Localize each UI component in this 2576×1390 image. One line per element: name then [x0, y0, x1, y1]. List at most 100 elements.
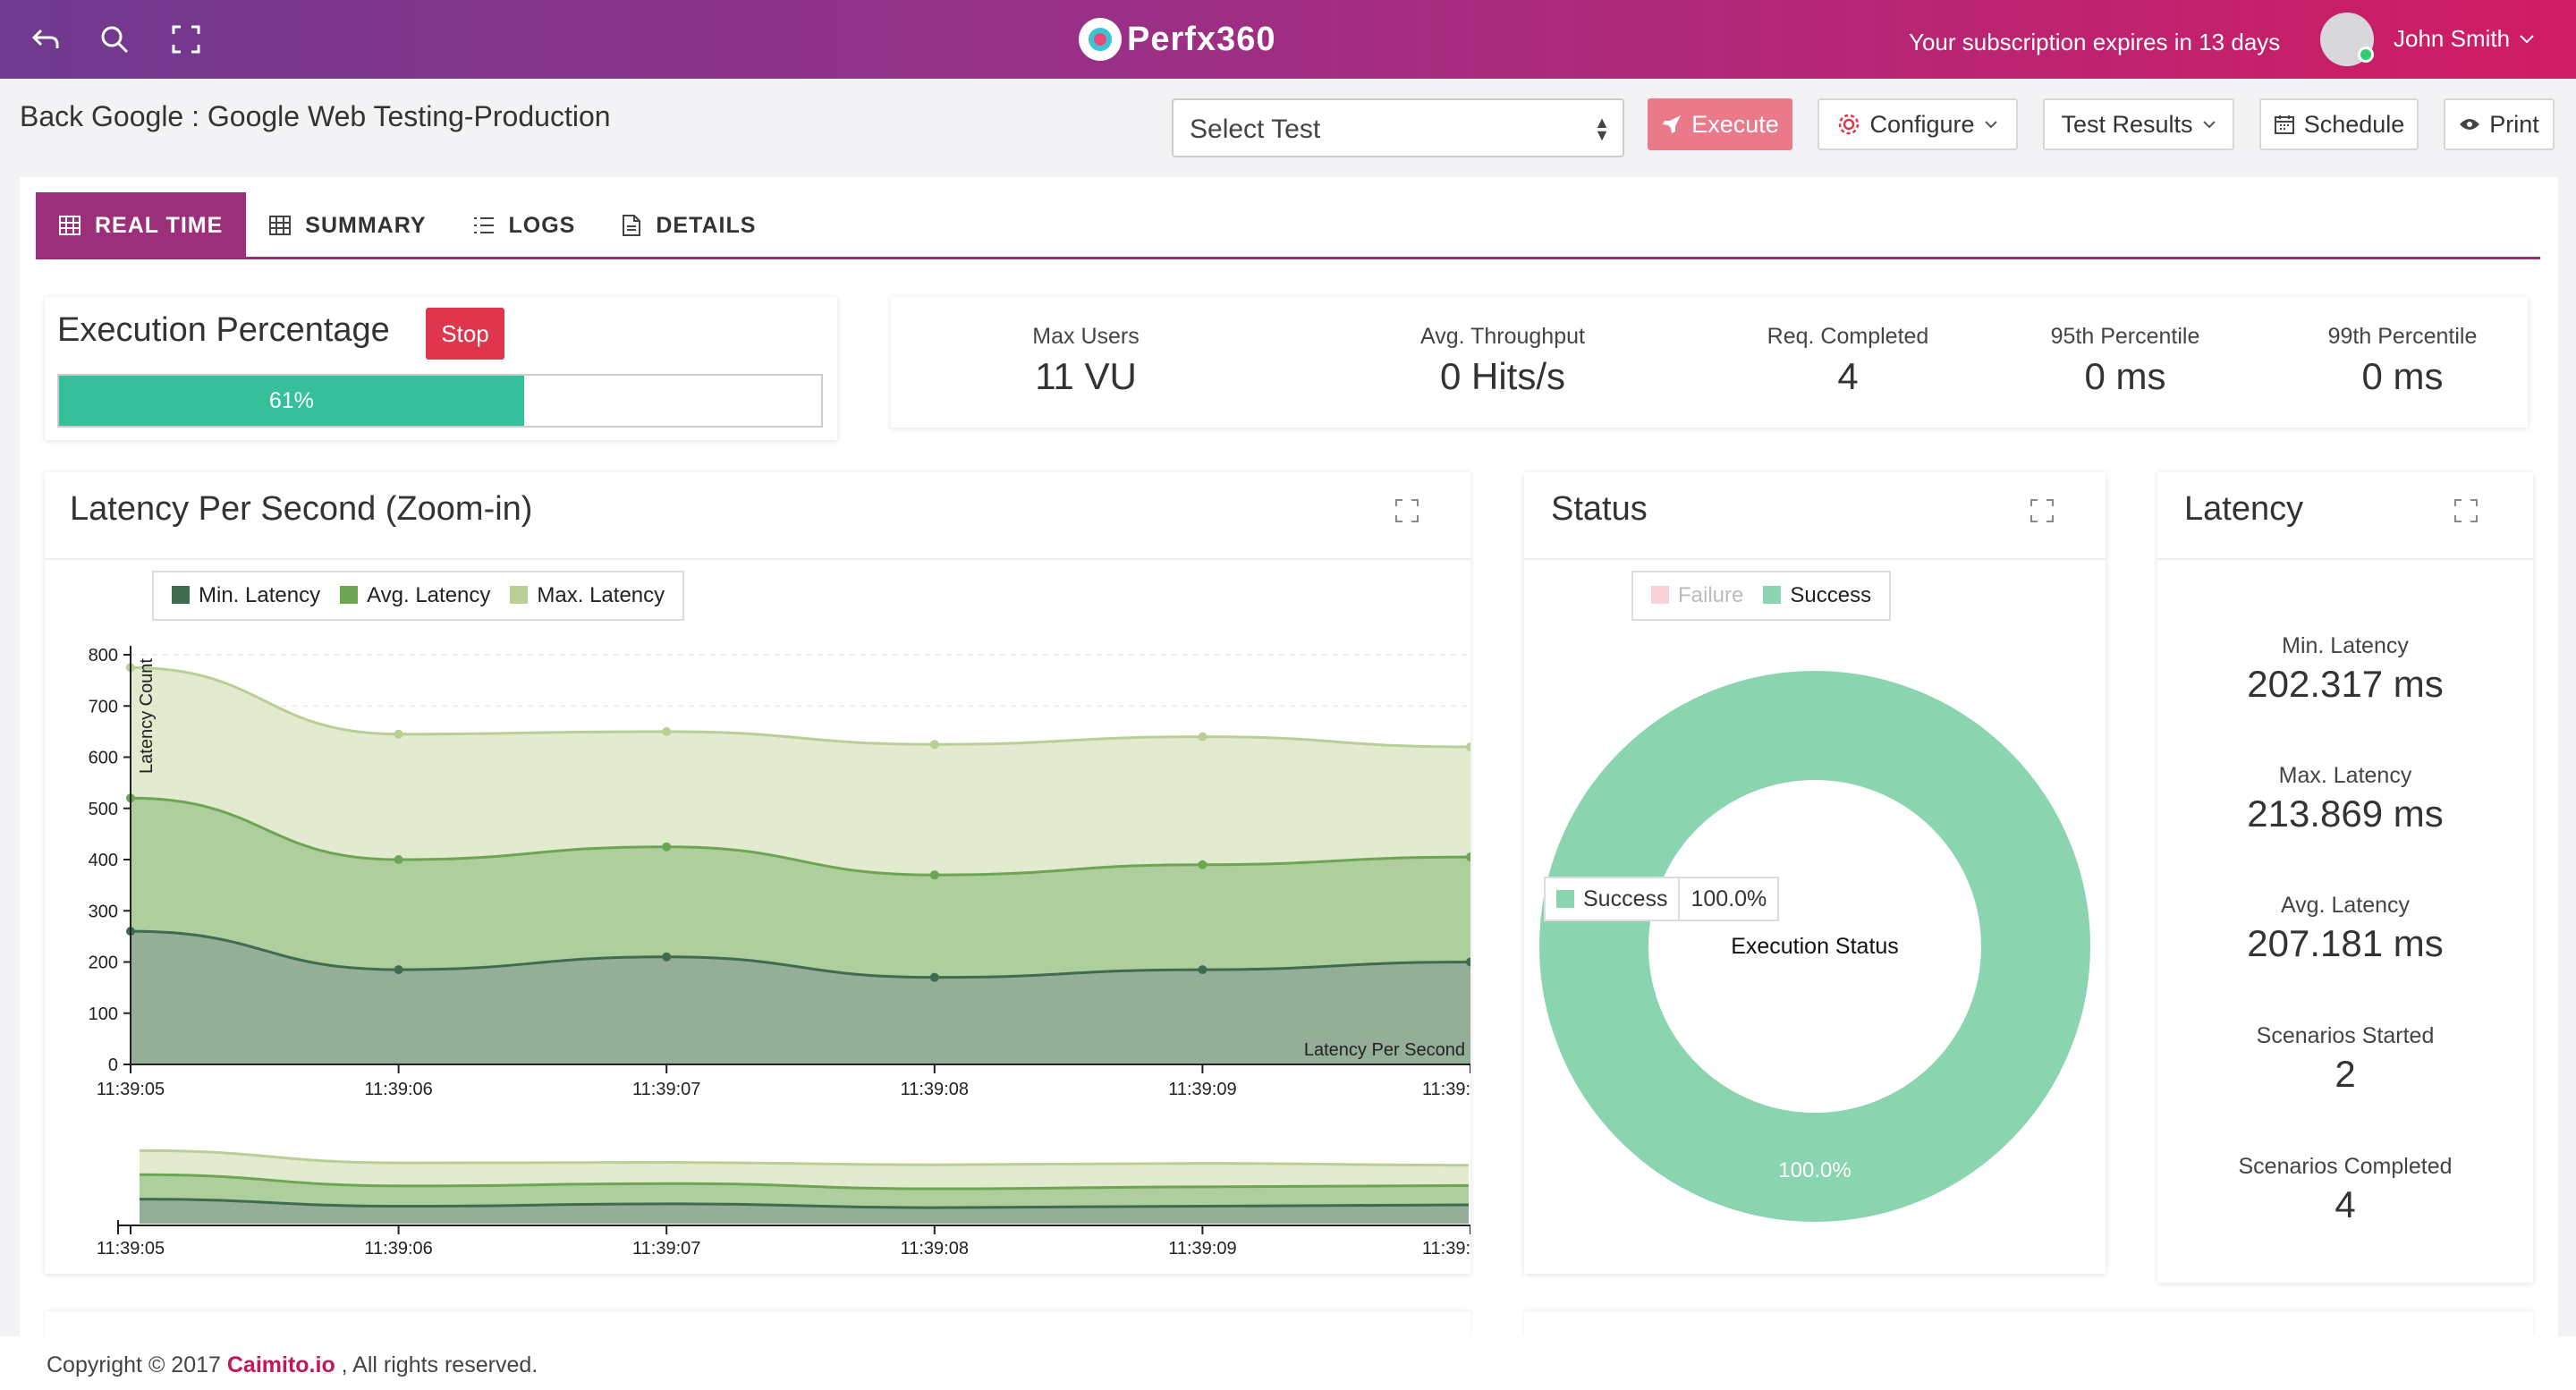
top-bar: Perfx360 Your subscription expires in 13…	[0, 0, 2576, 79]
schedule-button[interactable]: Schedule	[2259, 98, 2419, 150]
data-point[interactable]	[1198, 732, 1208, 742]
tab-details[interactable]: DETAILS	[598, 192, 779, 259]
expand-icon[interactable]	[1395, 499, 1419, 522]
min-latency: Min. Latency 202.317 ms	[2247, 633, 2444, 705]
status-donut-chart: Execution Status 100.0%	[1539, 671, 2090, 1222]
data-point[interactable]	[394, 855, 403, 864]
tab-logs[interactable]: LOGS	[450, 192, 599, 259]
chevron-down-icon	[1984, 121, 1997, 129]
progress-fill: 61%	[59, 376, 524, 426]
stat-99th-percentile: 99th Percentile 0 ms	[2327, 324, 2478, 397]
back-icon[interactable]	[27, 20, 66, 59]
card-divider	[1524, 558, 2106, 560]
brush-x-tick-label: 11:39:09	[1168, 1239, 1236, 1259]
page-title: Back Google : Google Web Testing-Product…	[20, 100, 611, 132]
tab-real-time[interactable]: REAL TIME	[36, 192, 247, 259]
expand-icon[interactable]	[2030, 499, 2054, 522]
test-results-button[interactable]: Test Results	[2043, 98, 2234, 150]
legend-item-success[interactable]: Success	[1763, 583, 1871, 608]
x-tick-label: 11:39:09	[1168, 1080, 1236, 1099]
x-tick-label: 11:39:08	[901, 1080, 969, 1099]
chevron-down-icon	[2520, 34, 2534, 43]
status-tooltip: Success 100.0%	[1544, 877, 1780, 921]
tab-underline	[36, 257, 2540, 259]
data-point[interactable]	[394, 729, 403, 739]
latency-chart-title: Latency Per Second (Zoom-in)	[70, 490, 533, 528]
stop-button[interactable]: Stop	[426, 308, 504, 360]
donut-center-label: Execution Status	[1731, 934, 1899, 959]
search-icon[interactable]	[95, 20, 134, 59]
execute-button[interactable]: Execute	[1648, 98, 1792, 150]
caimito-link[interactable]: Caimito.io	[227, 1352, 335, 1377]
brush-x-tick-label: 11:39:08	[901, 1239, 969, 1259]
stat-avg-throughput: Avg. Throughput 0 Hits/s	[1420, 324, 1585, 397]
brush-x-tick-label: 11:39:05	[97, 1239, 165, 1259]
rocket-icon	[1663, 115, 1682, 133]
y-tick-label: 500	[89, 800, 118, 819]
legend-item-min[interactable]: Min. Latency	[172, 583, 320, 608]
max-latency: Max. Latency 213.869 ms	[2247, 763, 2444, 835]
latency-summary-title: Latency	[2184, 490, 2304, 528]
y-axis-label: Latency Count	[137, 658, 157, 774]
latency-legend: Min. Latency Avg. Latency Max. Latency	[152, 571, 685, 621]
print-button[interactable]: Print	[2444, 98, 2555, 150]
x-tick-label: 11:39:06	[364, 1080, 432, 1099]
data-point[interactable]	[1198, 965, 1208, 975]
tab-summary[interactable]: SUMMARY	[246, 192, 449, 259]
footer: Copyright © 2017 Caimito.io , All rights…	[0, 1336, 2576, 1390]
user-name: John Smith	[2394, 25, 2511, 52]
user-menu[interactable]: John Smith	[2394, 25, 2535, 53]
fullscreen-icon[interactable]	[166, 20, 206, 59]
brush-x-tick-label: 11:39:06	[364, 1239, 432, 1259]
configure-button[interactable]: Configure	[1818, 98, 2018, 150]
scenarios-completed: Scenarios Completed 4	[2238, 1154, 2453, 1225]
legend-item-avg[interactable]: Avg. Latency	[340, 583, 490, 608]
progress-bar: 61%	[57, 374, 823, 428]
chevron-down-icon	[2202, 121, 2216, 129]
data-point[interactable]	[1198, 860, 1208, 869]
select-test-dropdown[interactable]: Select Test ▲ ▼	[1172, 98, 1624, 157]
y-tick-label: 600	[89, 749, 118, 768]
data-point[interactable]	[929, 740, 939, 750]
expand-icon[interactable]	[2454, 499, 2478, 522]
latency-chart: 0 100 200 300 400 500 600 700 800 11:39:05 11:39:0…	[89, 646, 1470, 1259]
brush-x-tick-label: 11:39:07	[632, 1239, 700, 1259]
brand-name: Perfx360	[1127, 20, 1276, 58]
status-title: Status	[1551, 490, 1648, 528]
y-tick-label: 0	[108, 1055, 118, 1075]
data-point[interactable]	[394, 965, 403, 975]
tab-bar: REAL TIME SUMMARY LOGS DETAILS	[36, 192, 779, 259]
select-arrows-icon: ▲ ▼	[1594, 114, 1610, 144]
y-tick-label: 100	[89, 1004, 118, 1024]
grid-icon	[59, 216, 80, 235]
y-tick-label: 800	[89, 646, 118, 665]
x-tick-label: 11:39:05	[97, 1080, 165, 1099]
online-status-icon	[2358, 47, 2374, 63]
y-tick-label: 200	[89, 954, 118, 973]
document-icon	[623, 215, 641, 236]
logo-icon	[1079, 18, 1122, 61]
data-point[interactable]	[929, 870, 939, 880]
gear-icon	[1839, 114, 1860, 135]
next-card-edge	[45, 1311, 1470, 1336]
status-legend: Failure Success	[1631, 571, 1892, 621]
data-point[interactable]	[662, 726, 672, 736]
data-point[interactable]	[662, 952, 672, 962]
data-point[interactable]	[929, 972, 939, 982]
calendar-icon	[2274, 115, 2294, 134]
stat-95th-percentile: 95th Percentile 0 ms	[2050, 324, 2200, 397]
eye-icon	[2460, 119, 2480, 130]
next-card-edge	[1524, 1311, 2533, 1336]
brand-logo[interactable]: Perfx360	[1079, 13, 1275, 66]
x-tick-label: 11:39:	[1422, 1080, 1470, 1099]
slice-value-label: 100.0%	[1778, 1158, 1851, 1182]
select-test-value: Select Test	[1190, 114, 1321, 144]
legend-item-failure[interactable]: Failure	[1651, 583, 1743, 608]
legend-item-max[interactable]: Max. Latency	[510, 583, 665, 608]
data-point[interactable]	[662, 842, 672, 852]
subscription-notice: Your subscription expires in 13 days	[1909, 29, 2281, 55]
stat-req-completed: Req. Completed 4	[1767, 324, 1929, 397]
brush-x-tick-label: 11:39:	[1422, 1239, 1470, 1259]
execution-title: Execution Percentage	[57, 311, 390, 349]
stat-max-users: Max Users 11 VU	[1032, 324, 1140, 397]
